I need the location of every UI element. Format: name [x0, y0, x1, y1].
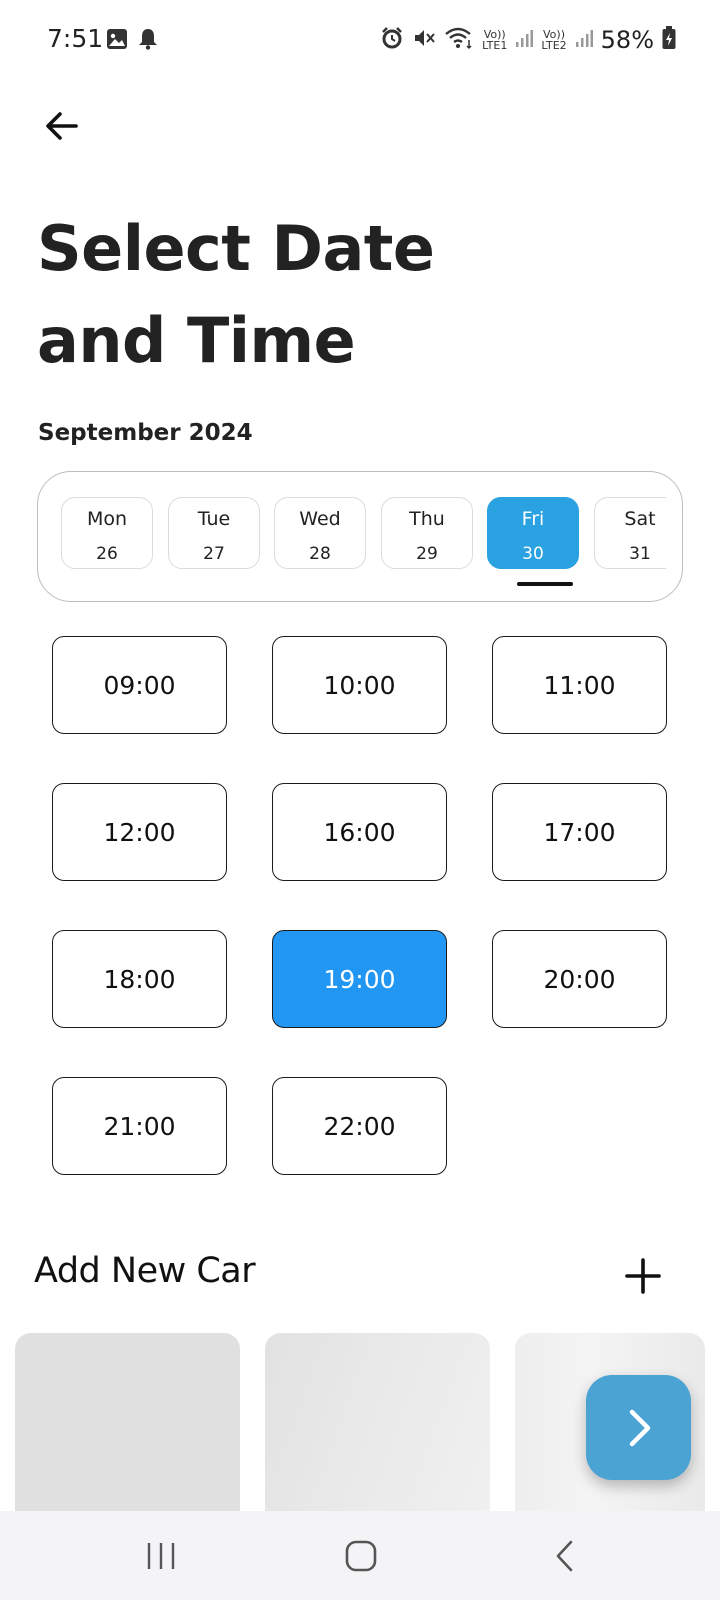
day-date: 27: [203, 544, 225, 564]
day-name: Fri: [521, 508, 545, 530]
time-slot-1200[interactable]: 12:00: [52, 783, 227, 881]
day-name: Wed: [299, 508, 341, 530]
home-icon: [345, 1540, 377, 1572]
recents-button[interactable]: [131, 1531, 191, 1581]
add-car-button[interactable]: [621, 1254, 665, 1298]
next-button[interactable]: [586, 1375, 691, 1480]
recents-icon: [147, 1543, 175, 1569]
sim2-indicator: Vo)) LTE2: [541, 28, 567, 52]
time-slot-1800[interactable]: 18:00: [52, 930, 227, 1028]
day-chip-mon[interactable]: Mon 26: [61, 497, 153, 569]
back-icon: [556, 1540, 573, 1572]
day-list[interactable]: Mon 26 Tue 27 Wed 28 Thu 29 Fri 30 Sat 3…: [61, 497, 666, 569]
system-nav-bar: [0, 1511, 720, 1600]
date-selector: Mon 26 Tue 27 Wed 28 Thu 29 Fri 30 Sat 3…: [37, 471, 683, 602]
time-slot-2000[interactable]: 20:00: [492, 930, 667, 1028]
car-card[interactable]: [265, 1333, 490, 1511]
alarm-icon: [380, 26, 404, 54]
bell-notification-icon: [138, 28, 158, 54]
day-chip-tue[interactable]: Tue 27: [168, 497, 260, 569]
day-name: Sat: [624, 508, 656, 530]
time-slot-1100[interactable]: 11:00: [492, 636, 667, 734]
car-card[interactable]: [15, 1333, 240, 1511]
day-date: 30: [522, 544, 544, 564]
time-slot-2100[interactable]: 21:00: [52, 1077, 227, 1175]
time-slot-1900[interactable]: 19:00: [272, 930, 447, 1028]
arrow-left-icon: [46, 112, 78, 140]
day-name: Tue: [197, 508, 231, 530]
home-button[interactable]: [331, 1531, 391, 1581]
nav-back-button[interactable]: [535, 1531, 595, 1581]
day-chip-wed[interactable]: Wed 28: [274, 497, 366, 569]
signal-bars-icon: [575, 28, 593, 52]
day-date: 28: [309, 544, 331, 564]
gallery-notification-icon: [106, 28, 128, 54]
day-date: 29: [416, 544, 438, 564]
selected-day-indicator: [517, 582, 573, 586]
status-bar: 7:51 Vo)) LTE1 Vo)) LTE2 58%: [0, 0, 720, 80]
day-chip-sat[interactable]: Sat 31: [594, 497, 666, 569]
chevron-right-icon: [629, 1409, 650, 1446]
day-name: Mon: [86, 508, 128, 530]
back-button[interactable]: [38, 102, 86, 150]
page-title: Select Date and Time: [37, 212, 435, 377]
sim1-indicator: Vo)) LTE1: [482, 28, 508, 52]
day-name: Thu: [409, 508, 445, 530]
time-slot-2200[interactable]: 22:00: [272, 1077, 447, 1175]
time-slot-1000[interactable]: 10:00: [272, 636, 447, 734]
month-label: September 2024: [38, 420, 253, 446]
battery-charging-icon: [662, 26, 676, 54]
battery-percentage: 58%: [600, 26, 654, 54]
day-chip-thu[interactable]: Thu 29: [381, 497, 473, 569]
day-date: 31: [629, 544, 651, 564]
time-slot-1600[interactable]: 16:00: [272, 783, 447, 881]
mute-icon: [412, 26, 436, 54]
time-slot-1700[interactable]: 17:00: [492, 783, 667, 881]
plus-icon: [625, 1258, 661, 1294]
add-new-car-title: Add New Car: [34, 1251, 256, 1291]
status-time: 7:51: [47, 24, 104, 53]
signal-bars-icon: [515, 28, 534, 52]
wifi-icon: [444, 26, 474, 54]
day-date: 26: [96, 544, 118, 564]
day-chip-fri[interactable]: Fri 30: [487, 497, 579, 569]
time-slot-0900[interactable]: 09:00: [52, 636, 227, 734]
